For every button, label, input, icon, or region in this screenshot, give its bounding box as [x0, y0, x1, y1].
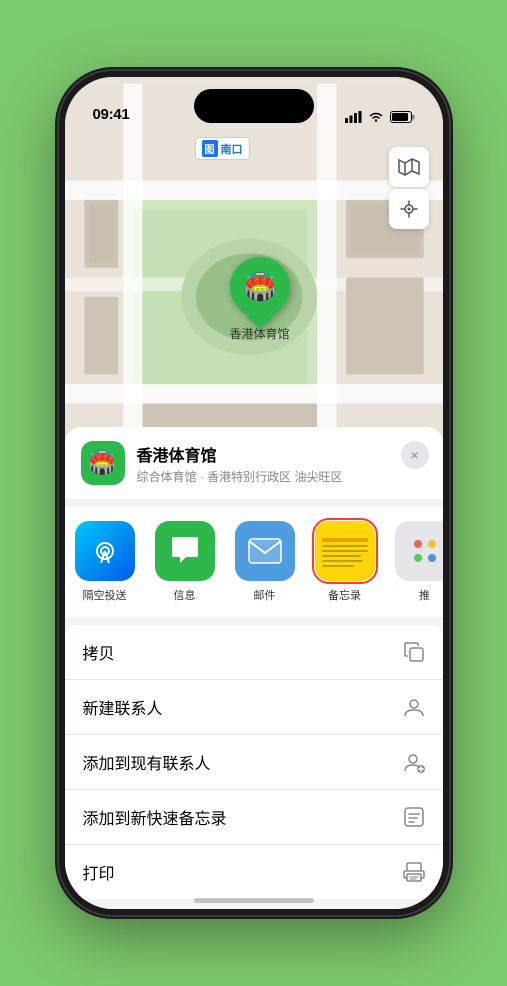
- action-print[interactable]: 打印: [65, 845, 443, 899]
- map-label-text: 南口: [221, 141, 243, 157]
- venue-text: 香港体育馆 综合体育馆 · 香港特别行政区 油尖旺区: [137, 442, 427, 485]
- notes-line-4: [322, 560, 363, 562]
- venue-subtitle: 综合体育馆 · 香港特别行政区 油尖旺区: [137, 468, 427, 485]
- print-icon: [403, 861, 425, 883]
- map-controls: [389, 147, 429, 229]
- notes-label: 备忘录: [328, 587, 361, 603]
- quick-note-icon: [403, 806, 425, 828]
- bottom-sheet: 🏟️ 香港体育馆 综合体育馆 · 香港特别行政区 油尖旺区 ×: [65, 427, 443, 909]
- share-item-messages[interactable]: 信息: [145, 521, 225, 603]
- quick-note-label: 添加到新快速备忘录: [83, 805, 227, 829]
- location-icon: [400, 200, 418, 218]
- action-add-existing[interactable]: 添加到现有联系人: [65, 735, 443, 790]
- mail-label: 邮件: [254, 587, 276, 603]
- map-type-button[interactable]: [389, 147, 429, 187]
- messages-svg: [168, 535, 202, 567]
- share-item-airdrop[interactable]: 隔空投送: [65, 521, 145, 603]
- phone-frame: 09:41: [59, 71, 449, 915]
- mail-svg: [247, 537, 283, 565]
- new-contact-label: 新建联系人: [83, 695, 163, 719]
- venue-icon: 🏟️: [81, 441, 125, 485]
- action-list: 拷贝 新建联系人 添加到现有联系人: [65, 625, 443, 899]
- add-existing-label: 添加到现有联系人: [83, 750, 211, 774]
- marker-pin: 🏟️: [217, 245, 302, 330]
- notes-title-line: [322, 538, 368, 542]
- messages-icon: [155, 521, 215, 581]
- share-row: 隔空投送 信息: [65, 507, 443, 617]
- dynamic-island: [194, 89, 314, 123]
- airdrop-label: 隔空投送: [83, 587, 127, 603]
- copy-icon: [403, 641, 425, 663]
- notes-app-icon: [315, 521, 375, 581]
- more-label: 推: [419, 587, 430, 603]
- share-item-more[interactable]: 推: [385, 521, 443, 603]
- copy-label: 拷贝: [83, 640, 115, 664]
- map-icon: [398, 158, 420, 176]
- status-icons: [345, 111, 415, 123]
- action-quick-note[interactable]: 添加到新快速备忘录: [65, 790, 443, 845]
- map-label-icon: 图: [202, 140, 218, 157]
- print-label: 打印: [83, 860, 115, 884]
- airdrop-svg: [89, 535, 121, 567]
- notes-line-1: [322, 545, 368, 547]
- notes-line-5: [322, 565, 354, 567]
- messages-label: 信息: [174, 587, 196, 603]
- signal-icon: [345, 111, 362, 123]
- share-item-notes[interactable]: 备忘录: [305, 521, 385, 603]
- home-indicator: [194, 898, 314, 903]
- marker-stadium-icon: 🏟️: [243, 272, 275, 303]
- battery-icon: [390, 111, 415, 123]
- stadium-marker: 🏟️ 香港体育馆: [230, 257, 290, 342]
- share-item-mail[interactable]: 邮件: [225, 521, 305, 603]
- new-contact-icon: [403, 696, 425, 718]
- notes-line-3: [322, 555, 361, 557]
- status-time: 09:41: [93, 106, 130, 123]
- notes-content: [315, 530, 375, 573]
- phone-screen: 09:41: [65, 77, 443, 909]
- mail-icon: [235, 521, 295, 581]
- add-existing-icon: [403, 751, 425, 773]
- notes-line-2: [322, 550, 368, 552]
- location-button[interactable]: [389, 189, 429, 229]
- venue-name: 香港体育馆: [137, 442, 427, 466]
- close-button[interactable]: ×: [401, 441, 429, 469]
- more-apps-svg: [410, 536, 440, 566]
- venue-header: 🏟️ 香港体育馆 综合体育馆 · 香港特别行政区 油尖旺区 ×: [65, 427, 443, 499]
- more-icon: [395, 521, 443, 581]
- airdrop-icon: [75, 521, 135, 581]
- map-label: 图 南口: [195, 137, 250, 160]
- wifi-icon: [368, 111, 384, 123]
- venue-emoji-icon: 🏟️: [89, 450, 116, 476]
- action-new-contact[interactable]: 新建联系人: [65, 680, 443, 735]
- action-copy[interactable]: 拷贝: [65, 625, 443, 680]
